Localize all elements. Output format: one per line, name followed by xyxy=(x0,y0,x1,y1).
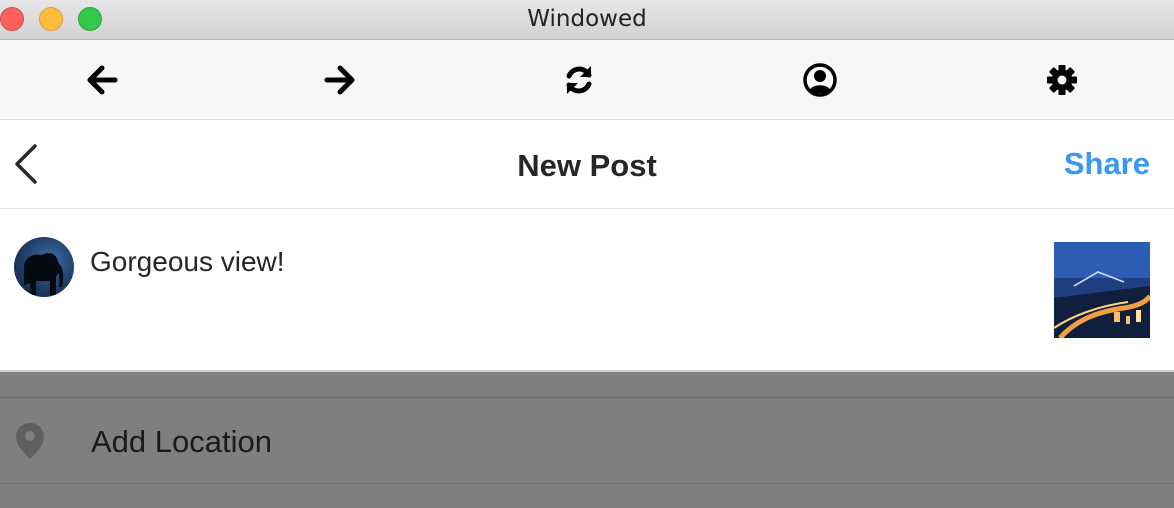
toolbar xyxy=(0,40,1174,120)
avatar xyxy=(14,237,74,297)
arrow-right-icon xyxy=(324,65,355,95)
post-thumbnail[interactable] xyxy=(1054,242,1150,338)
window-title: Windowed xyxy=(527,6,647,32)
refresh-icon xyxy=(566,66,592,94)
caption-input[interactable] xyxy=(90,246,990,278)
city-bridge-photo xyxy=(1054,242,1150,338)
options-overlay: Add Location xyxy=(0,372,1174,508)
location-pin-icon xyxy=(16,423,44,459)
forward-button[interactable] xyxy=(322,62,358,98)
gear-icon xyxy=(1047,65,1077,95)
profile-button[interactable] xyxy=(802,62,838,98)
back-button[interactable] xyxy=(84,62,120,98)
refresh-button[interactable] xyxy=(561,62,597,98)
window-titlebar: Windowed xyxy=(0,0,1174,40)
elephant-silhouette-icon xyxy=(24,253,64,295)
user-circle-icon xyxy=(803,63,837,97)
add-location-row[interactable]: Add Location xyxy=(0,397,1174,483)
page-title: New Post xyxy=(517,148,657,183)
settings-button[interactable] xyxy=(1044,62,1080,98)
add-location-label: Add Location xyxy=(91,424,272,459)
share-button[interactable]: Share xyxy=(1064,146,1150,182)
divider xyxy=(0,483,1174,484)
app-header: New Post Share xyxy=(0,120,1174,209)
post-composer xyxy=(0,209,1174,372)
arrow-left-icon xyxy=(87,65,118,95)
